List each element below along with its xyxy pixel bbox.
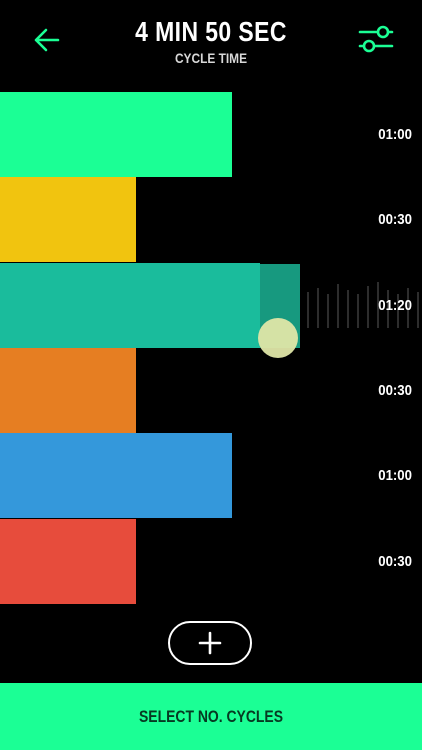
select-cycles-button[interactable]: SELECT NO. CYCLES [0,683,422,750]
segment-6-time: 00:30 [378,553,412,570]
segment-1[interactable] [0,92,232,177]
segment-3[interactable] [0,263,260,348]
segment-6[interactable] [0,519,136,604]
segment-4[interactable] [0,348,136,433]
plus-icon [198,631,222,655]
segment-2[interactable] [0,177,136,262]
drag-handle[interactable] [258,318,298,358]
header: 4 MIN 50 SEC CYCLE TIME [0,0,422,86]
add-segment-button[interactable] [168,621,252,665]
page-subtitle: CYCLE TIME [174,50,248,66]
segment-2-time: 00:30 [378,211,412,228]
page-title: 4 MIN 50 SEC [135,16,287,47]
settings-button[interactable] [354,20,398,60]
segment-4-time: 00:30 [378,382,412,399]
segment-5[interactable] [0,433,232,518]
segment-1-time: 01:00 [378,126,412,143]
sliders-icon [358,25,394,53]
segment-5-time: 01:00 [378,467,412,484]
segment-3-time: 01:20 [378,297,412,314]
select-cycles-label: SELECT NO. CYCLES [138,707,284,726]
